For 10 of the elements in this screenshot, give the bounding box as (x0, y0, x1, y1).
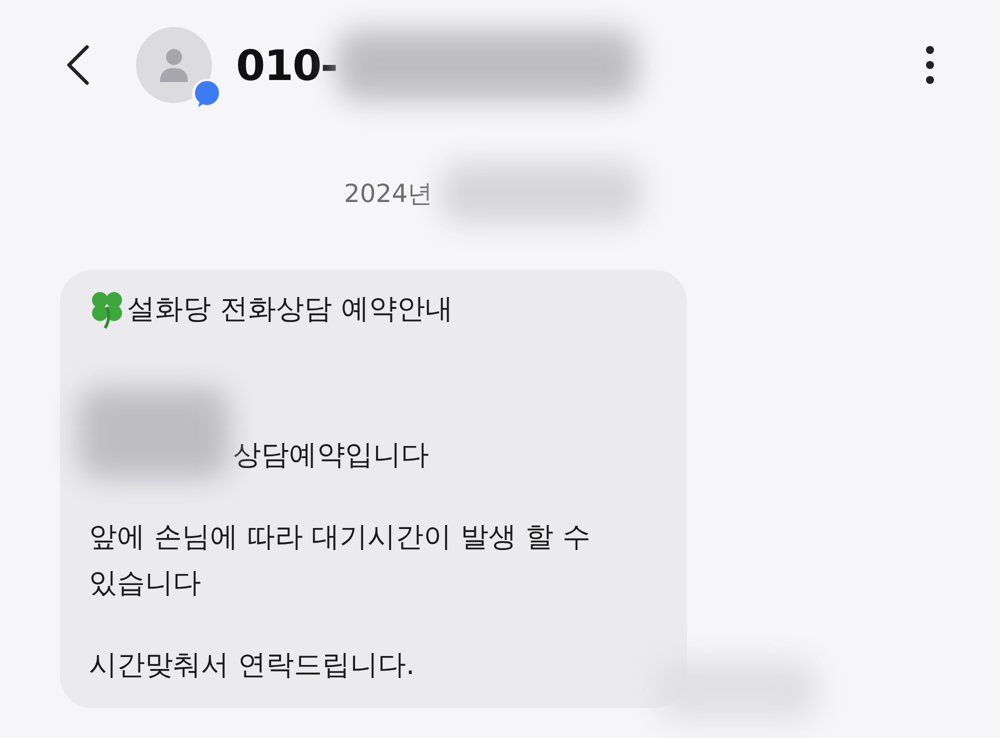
message-text: 상담예약입니다 (233, 437, 429, 473)
message-text: 시간맞춰서 연락드립니다. (89, 647, 415, 683)
person-icon (160, 48, 188, 82)
message-text: 앞에 손님에 따라 대기시간이 발생 할 수 있습니다 (89, 519, 590, 601)
contact-number: 010- (236, 40, 338, 90)
clover-icon (89, 289, 125, 329)
date-label: 2024년 (344, 178, 433, 210)
message-title: 설화당 전화상담 예약안내 (127, 291, 453, 327)
more-vertical-icon (925, 45, 935, 85)
chevron-left-icon (66, 45, 90, 85)
